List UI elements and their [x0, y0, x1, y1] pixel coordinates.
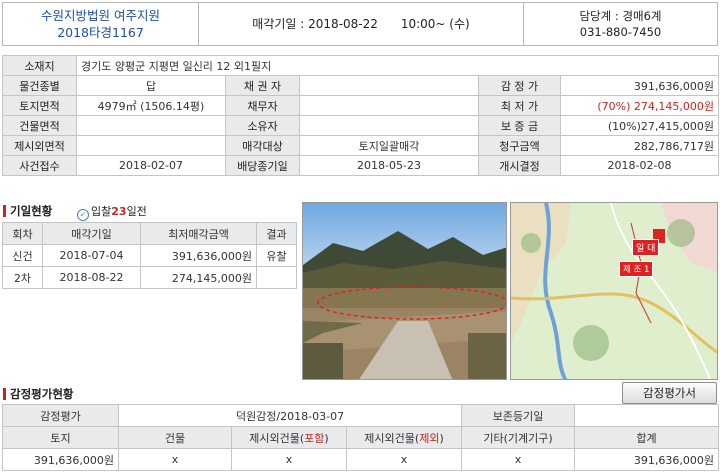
creditor-label: 채 권 자	[225, 75, 300, 96]
commence-label: 개시결정	[478, 155, 561, 176]
deposit-value: (10%)27,415,000원	[560, 115, 719, 136]
sale-target-label: 매각대상	[225, 135, 300, 156]
debtor-value	[299, 95, 479, 116]
type-label: 물건종별	[2, 75, 77, 96]
claim-label: 청구금액	[478, 135, 561, 156]
court-block: 수원지방법원 여주지원 2018타경1167	[3, 3, 199, 45]
deposit-label: 보 증 금	[478, 115, 561, 136]
preserve-date-label: 보존등기일	[461, 404, 576, 427]
creditor-value	[299, 75, 479, 96]
col-extra-excluded: 제시외건물(제외)	[345, 426, 463, 449]
dept-phone: 031-880-7450	[579, 25, 662, 39]
table-row: 2차 2018-08-22 274,145,000원	[2, 266, 297, 289]
appraisal-table: 감정평가 덕원감정/2018-03-07 보존등기일 토지 건물 제시외건물(포…	[2, 404, 720, 471]
property-info-table: 소재지 경기도 양평군 지평면 일신리 12 외1필지 물건종별 답 채 권 자…	[2, 55, 719, 176]
dividend-value: 2018-05-23	[299, 155, 479, 176]
bid-countdown: ✓ 입찰23일전	[77, 203, 147, 221]
sale-time: 10:00~ (수)	[400, 17, 470, 31]
table-row: 391,636,000원 x x x x 391,636,000원	[2, 448, 720, 471]
col-date: 매각기일	[42, 222, 141, 245]
land-area-label: 토지면적	[2, 95, 77, 116]
commence-value: 2018-02-08	[560, 155, 719, 176]
appraiser-label: 감정평가	[2, 404, 119, 427]
dept-value: 경매6계	[622, 9, 662, 23]
received-label: 사건접수	[2, 155, 77, 176]
auction-history-table: 회차 매각기일 최저매각금액 결과 신건 2018-07-04 391,636,…	[2, 222, 297, 289]
appraiser-value: 덕원감정/2018-03-07	[117, 404, 463, 427]
section-bar-icon	[3, 205, 6, 217]
map-marker: 제 조 1	[619, 261, 654, 277]
table-row: 신건 2018-07-04 391,636,000원 유찰	[2, 244, 297, 267]
debtor-label: 채무자	[225, 95, 300, 116]
col-round: 회차	[2, 222, 43, 245]
appraisal-report-button[interactable]: 감정평가서	[622, 382, 717, 404]
type-value: 답	[76, 75, 226, 96]
col-result: 결과	[256, 222, 297, 245]
min-price-value: (70%) 274,145,000원	[560, 95, 719, 116]
min-price-label: 최 저 가	[478, 95, 561, 116]
sale-date-label: 매각기일	[252, 17, 297, 31]
section-bar-icon	[3, 388, 6, 400]
sale-target-value: 토지일괄매각	[299, 135, 479, 156]
sale-date-block: 매각기일 : 2018-08-22 10:00~ (수)	[252, 17, 470, 31]
map-marker: 일 대	[632, 239, 660, 256]
case-header: 수원지방법원 여주지원 2018타경1167 매각기일 : 2018-08-22…	[2, 2, 718, 46]
excluded-area-label: 제시외면적	[2, 135, 77, 156]
location-map[interactable]: 일 대 제 조 1	[510, 202, 718, 380]
address-label: 소재지	[2, 55, 77, 76]
history-title: 기일현황	[3, 203, 52, 219]
court-name: 수원지방법원 여주지원	[41, 8, 160, 23]
col-etc: 기타(기계기구)	[461, 426, 576, 449]
building-area-label: 건물면적	[2, 115, 77, 136]
appraisal-label: 감 정 가	[478, 75, 561, 96]
address-value: 경기도 양평군 지평면 일신리 12 외1필지	[76, 55, 719, 76]
building-area-value	[76, 115, 226, 136]
owner-value	[299, 115, 479, 136]
property-photo[interactable]	[302, 202, 507, 380]
photo-image	[303, 203, 506, 379]
sale-date-value: 2018-08-22	[308, 17, 378, 31]
appraisal-title: 감정평가현황	[3, 386, 73, 402]
preserve-date-value	[574, 404, 720, 427]
land-area-value: 4979㎡ (1506.14평)	[76, 95, 226, 116]
col-land: 토지	[2, 426, 119, 449]
claim-value: 282,786,717원	[560, 135, 719, 156]
received-value: 2018-02-07	[76, 155, 226, 176]
check-circle-icon: ✓	[77, 209, 89, 221]
excluded-area-value	[76, 135, 226, 156]
dividend-label: 배당종기일	[225, 155, 300, 176]
col-min-price: 최저매각금액	[140, 222, 257, 245]
col-extra-included: 제시외건물(포함)	[231, 426, 347, 449]
contact-block: 담당계 : 경매6계 031-880-7450	[523, 3, 717, 45]
case-number[interactable]: 2018타경1167	[3, 24, 198, 41]
col-total: 합계	[574, 426, 720, 449]
map-image	[511, 203, 717, 379]
owner-label: 소유자	[225, 115, 300, 136]
col-building: 건물	[118, 426, 232, 449]
appraisal-value: 391,636,000원	[560, 75, 719, 96]
dept-label: 담당계	[579, 9, 612, 23]
